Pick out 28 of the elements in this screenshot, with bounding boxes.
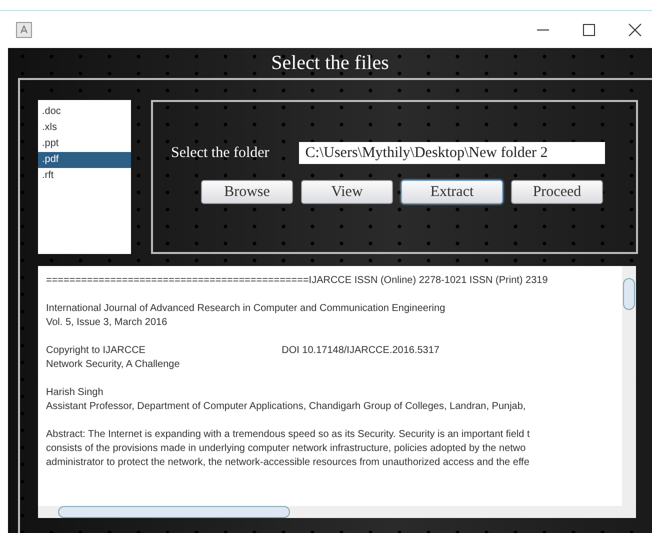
file-type-item[interactable]: .ppt (38, 136, 131, 152)
folder-field[interactable]: C:\Users\Mythily\Desktop\New folder 2 (299, 142, 606, 164)
window-title: Select the files (271, 52, 389, 75)
file-type-item[interactable]: .rft (38, 168, 131, 184)
vertical-scrollbar[interactable] (622, 266, 636, 509)
maximize-icon[interactable] (582, 22, 596, 36)
output-line: administrator to protect the network, the network-accessible resources from unauthorized access and the effe (46, 457, 530, 468)
output-line: Harish Singh (46, 387, 104, 398)
app-icon (16, 22, 32, 38)
file-type-item[interactable]: .doc (38, 104, 131, 120)
action-button[interactable]: Proceed (511, 180, 603, 204)
output-line: International Journal of Advanced Research in Computer and Communication Engineering (46, 303, 446, 314)
action-button[interactable]: Extract (401, 180, 503, 204)
horizontal-scrollbar[interactable] (38, 506, 636, 518)
file-type-item[interactable]: .pdf (38, 152, 131, 168)
folder-label: Select the folder (171, 144, 270, 162)
output-line: Vol. 5, Issue 3, March 2016 (46, 317, 168, 328)
action-button[interactable]: Browse (201, 180, 293, 204)
output-line: =============================================IJARCCE ISSN (Online) 2278-1021 ISSN (Print) 2319 (46, 275, 548, 286)
close-icon[interactable] (628, 22, 642, 36)
file-type-list[interactable]: .doc .xls .ppt .pdf .rft (38, 100, 131, 254)
output-line: Assistant Professor, Department of Computer Applications, Chandigarh Group of Colleges, Landran, Punjab, (46, 401, 526, 412)
output-line: consists of the provisions made in underlying computer network infrastructure, policies adopted by the netwo (46, 443, 526, 454)
output-line: Copyright to IJARCCE DOI 10.17148/IJARCCE.2016.5317 (46, 345, 440, 356)
action-button[interactable]: View (301, 180, 393, 204)
output-line: Abstract: The Internet is expanding with a tremendous speed so as its Security. Security is an important field t (46, 429, 530, 440)
output-line: Network Security, A Challenge (46, 359, 180, 370)
file-type-item[interactable]: .xls (38, 120, 131, 136)
